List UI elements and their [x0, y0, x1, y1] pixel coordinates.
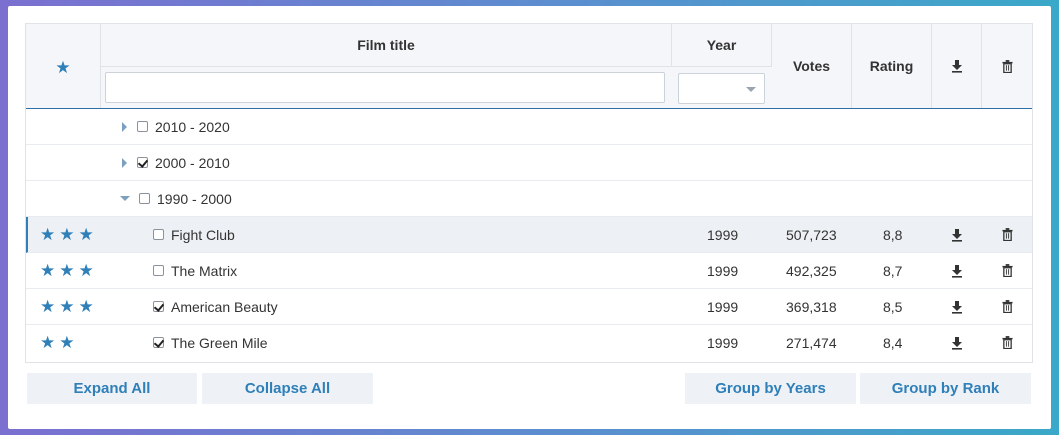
collapse-all-button[interactable]: Collapse All	[202, 373, 373, 404]
delete-button[interactable]	[1002, 289, 1013, 324]
header-votes-label: Votes	[792, 58, 831, 74]
film-rating: 8,7	[883, 262, 903, 279]
film-checkbox[interactable]	[153, 301, 164, 312]
download-icon	[951, 60, 962, 73]
expand-arrow-icon[interactable]	[122, 157, 127, 168]
group-by-years-button[interactable]: Group by Years	[685, 373, 856, 404]
film-year: 1999	[707, 334, 739, 351]
year-filter-cell	[672, 66, 772, 108]
rank-stars: ★★★	[40, 224, 98, 244]
film-grid: ★ Film title Year Votes Rating 2010 - 20…	[25, 23, 1033, 363]
film-votes: 369,318	[786, 298, 837, 315]
film-rating: 8,4	[883, 334, 903, 351]
delete-button[interactable]	[1002, 217, 1013, 252]
header-film-title[interactable]: Film title	[101, 24, 672, 66]
film-year: 1999	[707, 226, 739, 243]
film-title: The Green Mile	[171, 334, 268, 351]
chevron-down-icon	[746, 87, 756, 92]
film-title: The Matrix	[171, 262, 238, 279]
film-year: 1999	[707, 298, 739, 315]
expand-arrow-icon[interactable]	[122, 121, 127, 132]
grid-header: ★ Film title Year Votes Rating	[26, 24, 1032, 109]
title-filter-cell	[101, 66, 672, 108]
film-year: 1999	[707, 262, 739, 279]
header-year-label: Year	[706, 37, 737, 53]
group-label: 1990 - 2000	[157, 190, 232, 207]
header-film-title-label: Film title	[357, 37, 415, 53]
group-checkbox[interactable]	[139, 193, 150, 204]
group-label: 2010 - 2020	[155, 118, 230, 135]
header-year[interactable]: Year	[672, 24, 772, 66]
film-row-the-matrix[interactable]: ★★★ The Matrix 1999 492,325 8,7	[26, 253, 1032, 289]
title-filter-input[interactable]	[105, 72, 665, 103]
download-button[interactable]	[951, 253, 963, 288]
delete-button[interactable]	[1002, 325, 1013, 360]
download-icon	[952, 300, 962, 314]
header-votes[interactable]: Votes	[772, 24, 852, 108]
film-checkbox[interactable]	[153, 265, 164, 276]
trash-icon	[1001, 59, 1013, 73]
download-button[interactable]	[951, 325, 963, 360]
download-icon	[952, 228, 962, 242]
download-button[interactable]	[951, 289, 963, 324]
rank-stars: ★★	[40, 332, 79, 352]
trash-icon	[1002, 264, 1013, 277]
header-rating-label: Rating	[869, 58, 914, 74]
header-rating[interactable]: Rating	[852, 24, 932, 108]
header-favorite[interactable]: ★	[26, 24, 101, 108]
collapse-arrow-icon[interactable]	[120, 196, 130, 201]
film-row-fight-club[interactable]: ★★★ Fight Club 1999 507,723 8,8	[26, 217, 1032, 253]
film-rating: 8,8	[883, 226, 903, 243]
star-icon: ★	[55, 58, 71, 77]
group-row[interactable]: 1990 - 2000	[26, 181, 1032, 217]
film-votes: 507,723	[786, 226, 837, 243]
group-checkbox[interactable]	[137, 121, 148, 132]
delete-button[interactable]	[1002, 253, 1013, 288]
trash-icon	[1002, 300, 1013, 313]
group-row[interactable]: 2010 - 2020	[26, 109, 1032, 145]
film-row-the-green-mile[interactable]: ★★ The Green Mile 1999 271,474 8,4	[26, 325, 1032, 361]
app-panel: ★ Film title Year Votes Rating 2010 - 20…	[8, 6, 1051, 429]
expand-all-button[interactable]: Expand All	[27, 373, 197, 404]
film-checkbox[interactable]	[153, 337, 164, 348]
group-row[interactable]: 2000 - 2010	[26, 145, 1032, 181]
film-rating: 8,5	[883, 298, 903, 315]
film-checkbox[interactable]	[153, 229, 164, 240]
group-label: 2000 - 2010	[155, 154, 230, 171]
download-button[interactable]	[951, 217, 963, 252]
header-download[interactable]	[932, 24, 982, 108]
trash-icon	[1002, 228, 1013, 241]
year-filter-select[interactable]	[678, 73, 765, 104]
rank-stars: ★★★	[40, 260, 98, 280]
download-icon	[952, 336, 962, 350]
film-title: American Beauty	[171, 298, 278, 315]
trash-icon	[1002, 336, 1013, 349]
group-checkbox[interactable]	[137, 157, 148, 168]
rank-stars: ★★★	[40, 296, 98, 316]
download-icon	[952, 264, 962, 278]
film-title: Fight Club	[171, 226, 235, 243]
film-row-american-beauty[interactable]: ★★★ American Beauty 1999 369,318 8,5	[26, 289, 1032, 325]
header-delete[interactable]	[982, 24, 1032, 108]
group-by-rank-button[interactable]: Group by Rank	[860, 373, 1031, 404]
film-votes: 271,474	[786, 334, 837, 351]
film-votes: 492,325	[786, 262, 837, 279]
